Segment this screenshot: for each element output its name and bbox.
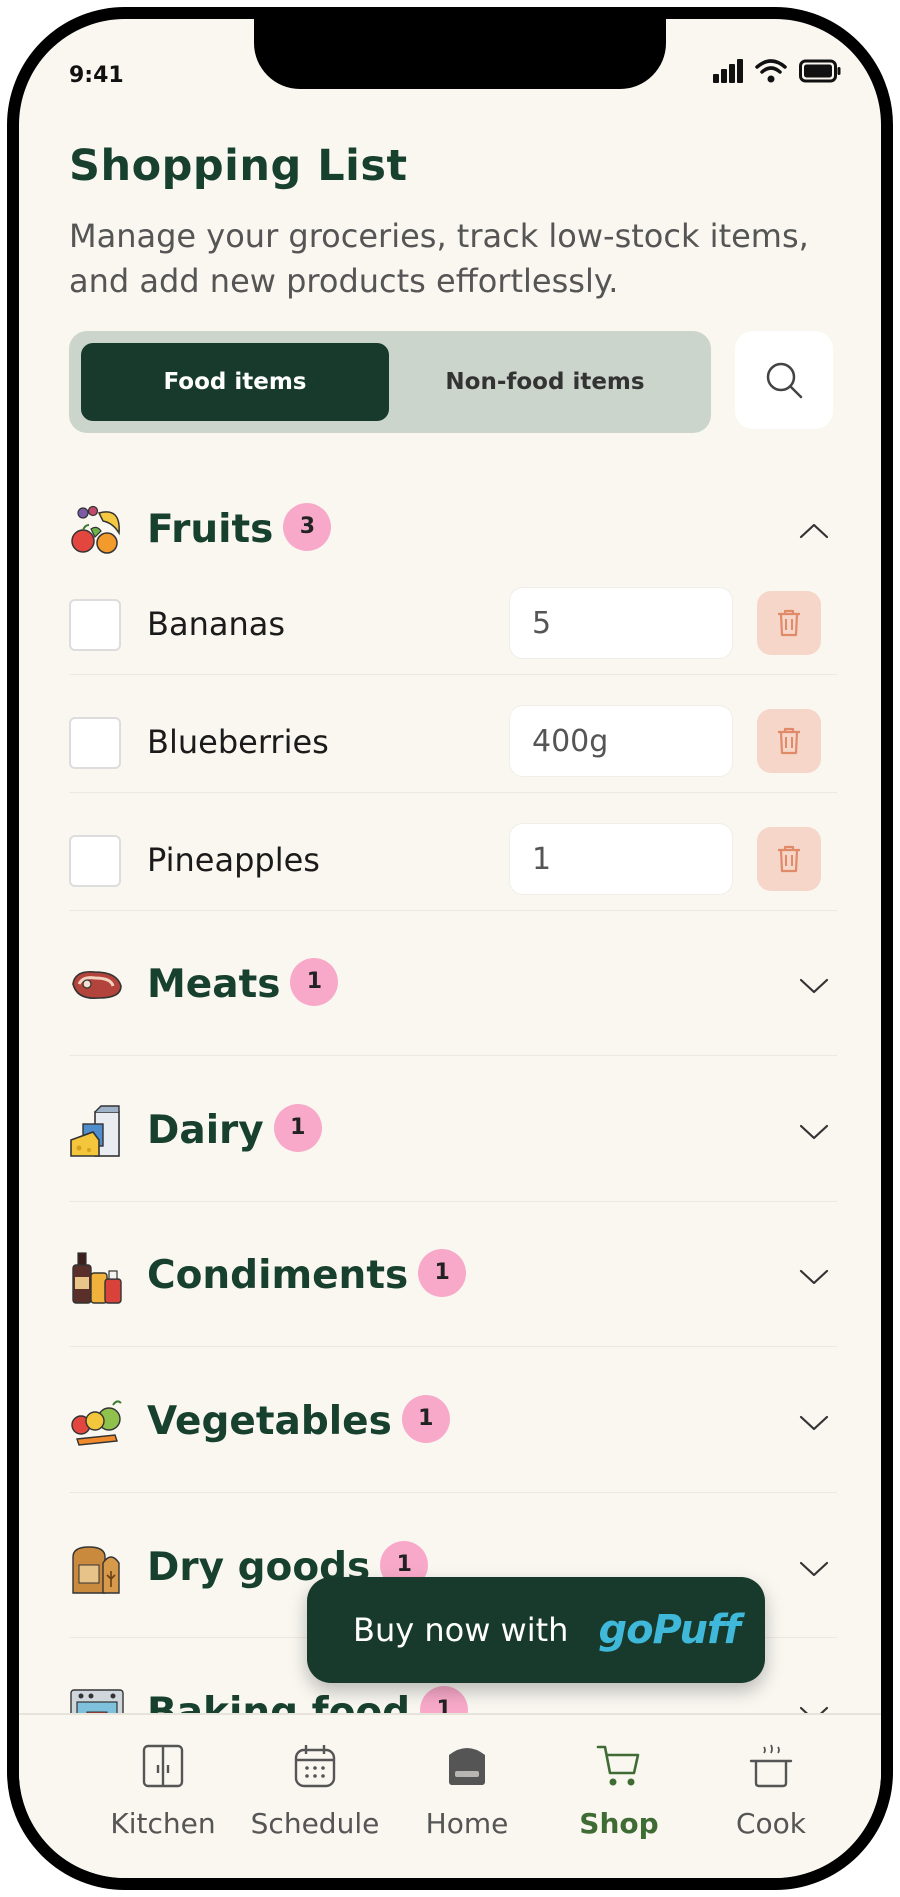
category-dairy[interactable]: Dairy 1 [69,1092,837,1172]
buy-now-button[interactable]: Buy now with goPuff [307,1577,765,1683]
chevron-down-icon[interactable] [799,1265,829,1289]
list-item: Bananas 5 [69,579,837,669]
category-name: Condiments [147,1253,409,1298]
quantity-input[interactable]: 1 [509,823,733,895]
meat-icon [72,970,122,1000]
category-name: Fruits [147,507,274,552]
tab-label: Shop [579,1807,659,1840]
status-icons [713,59,841,83]
category-toggle: Food items Non-food items [69,331,711,433]
page-subtitle: Manage your groceries, track low-stock i… [69,217,809,300]
tab-home[interactable]: Home [387,1743,547,1840]
status-time: 9:41 [69,63,124,88]
divider [69,1201,837,1202]
list-item: Pineapples 1 [69,815,837,905]
gopuff-logo: goPuff [598,1607,740,1653]
category-vegetables[interactable]: Vegetables 1 [69,1383,837,1463]
home-icon [449,1748,485,1785]
trash-icon [778,845,800,873]
count-badge: 1 [290,957,339,1006]
tab-cook[interactable]: Cook [691,1743,851,1840]
count-badge: 1 [273,1103,322,1152]
category-name: Dairy [147,1108,264,1153]
chevron-down-icon[interactable] [799,1557,829,1581]
category-meats[interactable]: Meats 1 [69,946,837,1026]
divider [69,792,837,793]
trash-icon [778,727,800,755]
category-fruits[interactable]: Fruits 3 [69,491,837,571]
quantity-input[interactable]: 400g [509,705,733,777]
pot-icon [749,1744,793,1788]
category-name: Vegetables [147,1399,392,1444]
item-checkbox[interactable] [69,835,121,887]
condiments-icon [72,1252,122,1304]
category-condiments[interactable]: Condiments 1 [69,1237,837,1317]
battery-icon [799,59,841,83]
divider [69,1492,837,1493]
chevron-down-icon[interactable] [799,974,829,998]
bottom-tab-bar: Kitchen Schedule Home Shop Cook [19,1713,881,1878]
vegetables-icon [71,1400,122,1446]
item-name: Pineapples [147,841,320,879]
fruits-icon [71,505,120,554]
item-checkbox[interactable] [69,599,121,651]
tab-label: Kitchen [110,1807,216,1840]
category-name: Meats [147,962,281,1007]
dairy-icon [70,1105,120,1157]
phone-frame: 9:41 Shopping List Manage your groceries… [7,7,893,1890]
cart-icon [596,1745,640,1786]
item-name: Bananas [147,605,286,643]
page-title: Shopping List [69,141,408,191]
tab-non-food-items[interactable]: Non-food items [391,343,699,421]
tab-label: Schedule [250,1807,380,1840]
count-badge: 1 [418,1248,467,1297]
calendar-icon [294,1745,336,1788]
tab-schedule[interactable]: Schedule [235,1743,395,1840]
chevron-down-icon[interactable] [799,1120,829,1144]
tab-shop[interactable]: Shop [539,1743,699,1840]
tab-label: Home [425,1807,509,1840]
wifi-icon [755,59,787,83]
divider [69,910,837,911]
notch [254,19,666,89]
buy-now-label: Buy now with [353,1611,569,1649]
delete-button[interactable] [757,591,821,655]
signal-icon [713,59,743,83]
divider [69,674,837,675]
tab-food-items[interactable]: Food items [81,343,389,421]
trash-icon [778,609,800,637]
tab-kitchen[interactable]: Kitchen [83,1743,243,1840]
divider [69,1055,837,1056]
count-badge: 3 [283,502,332,551]
count-badge: 1 [401,1394,450,1443]
delete-button[interactable] [757,709,821,773]
fridge-icon [142,1744,184,1788]
item-checkbox[interactable] [69,717,121,769]
chevron-down-icon[interactable] [799,1411,829,1435]
item-name: Blueberries [147,723,329,761]
divider [69,1346,837,1347]
dry-goods-icon [72,1546,120,1594]
chevron-up-icon[interactable] [799,519,829,543]
tab-label: Cook [735,1807,807,1840]
list-item: Blueberries 400g [69,697,837,787]
quantity-input[interactable]: 5 [509,587,733,659]
search-button[interactable] [735,331,833,429]
delete-button[interactable] [757,827,821,891]
search-icon [766,362,803,399]
